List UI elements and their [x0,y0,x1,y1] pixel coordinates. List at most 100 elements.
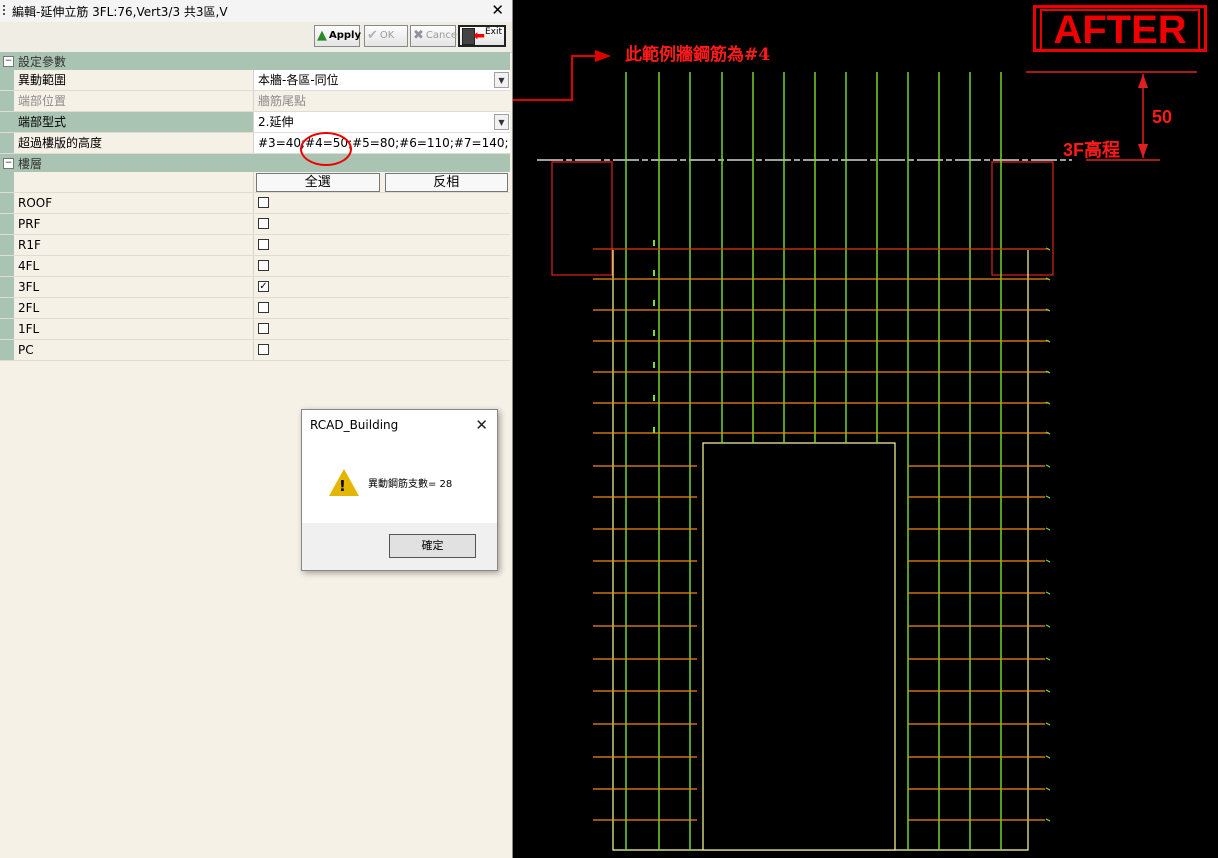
row-gutter [0,235,14,255]
wall-opening [702,442,896,851]
property-label: 端部位置 [14,91,254,111]
floor-checkbox-cell [254,340,510,360]
leader-arrow-right [595,50,611,62]
rebar-end-tick [1045,495,1051,499]
rebar-note: 此範例牆鋼筋為#4 [625,45,771,65]
rebar-end-tick [1045,624,1051,628]
property-grid: − 設定參數 異動範圍 本牆-各區-同位 ▼ 端部位置 牆筋尾點 端部型式 2.… [0,52,510,361]
floor-checkbox[interactable] [258,302,269,313]
floor-row[interactable]: 2FL [0,298,510,319]
panel-title: 編輯-延伸立筋 3FL:76,Vert3/3 共3區,V [12,5,228,19]
floor-checkbox-cell [254,235,510,255]
category-floors-label: 樓層 [18,156,43,171]
floor-checkbox-cell [254,193,510,213]
check-icon: ✔ [367,28,378,43]
rebar-end-tick [1045,559,1051,563]
apply-label: Apply [329,30,362,41]
ok-label: OK [379,30,395,41]
row-gutter [0,319,14,339]
after-badge: AFTER [1033,5,1207,52]
ok-button[interactable]: ✔ OK [364,25,408,47]
floor-row[interactable]: PC [0,340,510,361]
floor-row[interactable]: 4FL [0,256,510,277]
row-gutter [0,172,14,192]
floor-checkbox[interactable] [258,218,269,229]
property-label: 異動範圍 [14,70,254,90]
cancel-label: Cancel [425,30,460,41]
floor-buttons: 全選 反相 [254,172,510,192]
cad-drawing[interactable] [513,0,1218,858]
beam-outline-left [551,161,613,276]
chevron-down-icon[interactable]: ▼ [494,114,509,130]
floor-checkbox[interactable] [258,260,269,271]
floor-name: PRF [14,214,254,234]
property-value: 2.延伸 [258,115,294,129]
floor-checkbox-cell [254,256,510,276]
row-gutter [0,277,14,297]
category-settings[interactable]: − 設定參數 [0,52,510,70]
row-gutter [0,91,14,111]
collapse-icon[interactable]: − [3,157,14,169]
property-label: 超過樓版的高度 [14,133,254,153]
floor-row[interactable]: 3FL ✓ [0,277,510,298]
grip-icon[interactable] [3,5,6,17]
floor-row[interactable]: ROOF [0,193,510,214]
property-row-height-over-slab[interactable]: 超過樓版的高度 #3=40;#4=50;#5=80;#6=110;#7=140; [0,133,510,154]
row-gutter [0,70,14,90]
floor-name: 3FL [14,277,254,297]
floor-row[interactable]: PRF [0,214,510,235]
collapse-icon[interactable]: − [3,55,14,67]
property-row-change-range[interactable]: 異動範圍 本牆-各區-同位 ▼ [0,70,510,91]
property-value: #3=40;#4=50;#5=80;#6=110;#7=140; [258,136,509,150]
cancel-icon: ✖ [413,28,424,43]
end-type-select[interactable]: 2.延伸 ▼ [254,112,510,132]
cancel-button[interactable]: ✖ Cancel [410,25,460,47]
floor-checkbox-cell [254,319,510,339]
exit-button[interactable]: ⬅ Exit [458,25,506,47]
confirm-button[interactable]: 確定 [389,534,476,558]
invert-button[interactable]: 反相 [384,173,508,192]
rebar-end-tick [1045,591,1051,595]
floor-checkbox[interactable] [258,197,269,208]
floor-checkbox-cell [254,214,510,234]
dimension-value: 50 [1152,107,1173,127]
dialog-footer: 確定 [302,523,497,570]
leader-line [513,55,596,101]
dialog-title: RCAD_Building [310,418,399,432]
floor-checkbox[interactable] [258,344,269,355]
floor-checkbox-cell [254,298,510,318]
category-settings-label: 設定參數 [18,54,67,69]
rebar-end-tick [1045,787,1051,791]
floor-checkbox[interactable] [258,323,269,334]
row-gutter [0,298,14,318]
level-label: 3F高程 [1063,140,1121,160]
after-label: AFTER [1040,9,1200,52]
highlight-ellipse [300,132,352,166]
floor-checkbox-cell: ✓ [254,277,510,297]
property-value: 牆筋尾點 [258,94,307,108]
arrow-left-icon: ⬅ [473,28,485,44]
property-row-end-type[interactable]: 端部型式 2.延伸 ▼ [0,112,510,133]
floor-checkbox[interactable] [258,239,269,250]
chevron-down-icon[interactable]: ▼ [494,72,509,88]
change-range-select[interactable]: 本牆-各區-同位 ▼ [254,70,510,90]
rebar-end-tick [1045,464,1051,468]
rebar-end-tick [1045,527,1051,531]
category-floors[interactable]: − 樓層 [0,154,510,172]
close-icon[interactable]: ✕ [475,416,488,434]
property-label: 端部型式 [14,112,254,132]
floor-name: 2FL [14,298,254,318]
exit-label: Exit [484,27,502,37]
apply-button[interactable]: ▲ Apply [314,25,362,47]
floor-checkbox[interactable]: ✓ [258,281,269,292]
floor-row[interactable]: R1F [0,235,510,256]
row-gutter [0,193,14,213]
height-over-slab-input[interactable]: #3=40;#4=50;#5=80;#6=110;#7=140; [254,133,510,153]
rebar-end-tick [1045,722,1051,726]
dimension-arrow-down [1138,144,1148,158]
message-dialog: RCAD_Building ✕ ! 異動鋼筋支數= 28 確定 [301,409,498,571]
select-all-button[interactable]: 全選 [256,173,380,192]
floor-row[interactable]: 1FL [0,319,510,340]
close-icon[interactable]: ✕ [491,1,504,19]
row-gutter [0,256,14,276]
